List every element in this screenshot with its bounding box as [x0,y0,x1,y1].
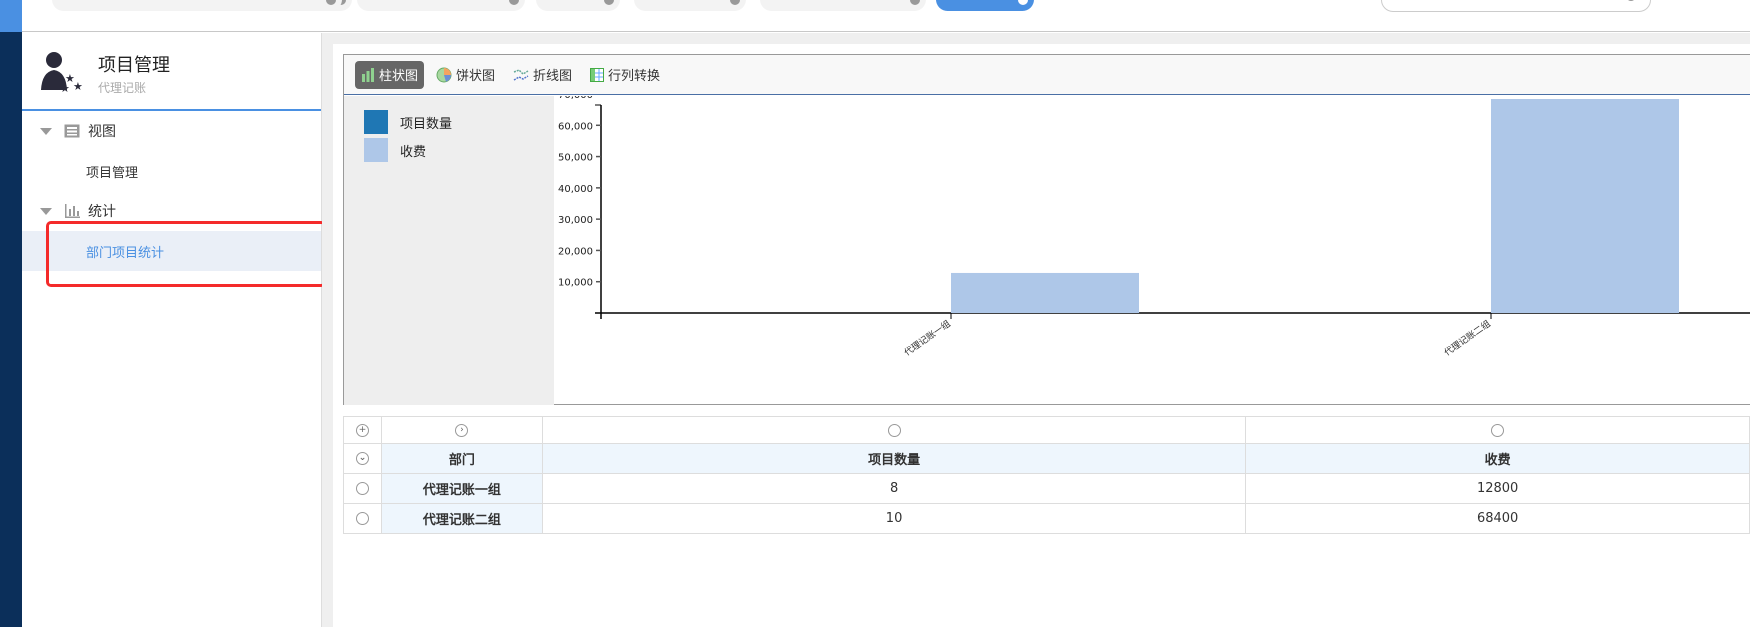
pivot-table-icon [590,67,605,82]
module-title: 项目管理 [98,55,170,76]
cell-project-count: 8 [541,473,1247,504]
sidebar-group-label: 视图 [88,124,116,140]
module-subtitle: 代理记账 [98,81,147,95]
top-tab-bar [0,0,1750,32]
tab-pill[interactable] [760,0,926,11]
svg-text:★: ★ [73,80,83,93]
y-tick-label: 40,000 [558,184,593,195]
close-icon[interactable] [1018,0,1028,5]
table-row: 代理记账二组 10 68400 [343,503,1750,534]
sidebar: ★ ★ ★ 项目管理 代理记账 视图 项目管理 统计 部门项目统计 [22,33,322,627]
tab-pill[interactable] [536,0,620,11]
table-row: 代理记账一组 8 12800 [343,473,1750,504]
chart-container: 柱状图 饼状图 折线图 行列转换 项目数量 收费 10,000 20,000 30,… [343,54,1750,405]
legend-label: 项目数量 [400,116,453,132]
column-radio[interactable] [887,423,901,437]
column-radio[interactable] [1491,423,1505,437]
pivot-table: + › ⌄ 部门 项目数量 收费 代理记账一组 8 12800 代理记账二组 1… [343,416,1750,534]
search-icon[interactable] [1626,0,1636,1]
sidebar-header: ★ ★ ★ 项目管理 代理记账 [22,33,321,111]
legend-item[interactable]: 项目数量 [344,108,554,136]
left-nav-strip [0,0,22,627]
expand-right-icon[interactable]: › [455,423,469,437]
header-fee[interactable]: 收费 [1245,443,1750,474]
close-icon[interactable] [604,0,614,5]
y-tick-label: 70,000 [558,96,593,101]
search-input[interactable] [1381,0,1651,12]
legend-label: 收费 [400,144,427,160]
row-radio[interactable] [355,512,369,525]
bar-chart-icon [362,67,374,82]
line-chart-label: 折线图 [533,69,573,84]
table-icon [64,124,80,138]
bar-chart-button[interactable]: 柱状图 [355,60,425,89]
chart-toolbar: 柱状图 饼状图 折线图 行列转换 [344,55,1750,95]
bar-fee [951,272,1139,313]
bar-fee [1491,99,1679,314]
collapse-icon[interactable]: ⌄ [355,452,369,465]
caret-down-icon [40,127,52,135]
cell-project-count: 10 [541,503,1247,534]
line-chart-button[interactable]: 折线图 [507,61,578,89]
y-tick-label: 60,000 [558,121,593,132]
close-icon[interactable] [910,0,920,5]
cell-department: 代理记账一组 [380,473,543,504]
line-chart-icon [513,68,529,81]
sidebar-group-view[interactable]: 视图 [22,111,321,151]
svg-text:★: ★ [60,82,70,95]
chart-legend: 项目数量 收费 [344,96,554,405]
tab-pill[interactable] [232,0,342,11]
bar-chart-icon [65,204,80,218]
pie-chart-label: 饼状图 [456,69,496,84]
cell-fee: 68400 [1245,503,1750,534]
header-department[interactable]: 部门 [380,443,543,474]
y-tick-label: 30,000 [558,215,593,226]
sidebar-item-project-management[interactable]: 项目管理 [22,151,321,191]
cell-department: 代理记账二组 [380,503,543,534]
y-tick-label: 20,000 [558,246,593,257]
cell-fee: 12800 [1245,473,1750,504]
x-tick-label: 代理记账一组 [902,318,953,359]
sidebar-group-label: 统计 [88,204,116,220]
expand-all-icon[interactable]: + [355,423,369,437]
legend-swatch [364,138,388,162]
tab-pill[interactable] [634,0,746,11]
caret-down-icon [40,207,52,215]
close-icon[interactable] [509,0,519,5]
header-project-count[interactable]: 项目数量 [541,443,1247,474]
pie-chart-icon [436,67,452,82]
highlight-annotation [46,221,326,287]
close-icon[interactable] [730,0,740,5]
pie-chart-button[interactable]: 饼状图 [430,61,501,89]
row-radio[interactable] [355,482,369,495]
y-tick-label: 50,000 [558,153,593,164]
user-stars-icon: ★★★ [41,52,83,95]
bar-chart: 10,000 20,000 30,000 40,000 50,000 60,000 70,0… [558,96,1750,359]
pivot-label: 行列转换 [608,69,661,84]
tab-pill-active[interactable] [936,0,1034,11]
pivot-button[interactable]: 行列转换 [584,61,666,89]
close-icon[interactable] [326,0,336,5]
bar-chart-label: 柱状图 [379,69,419,84]
y-tick-label: 10,000 [558,278,593,289]
legend-item[interactable]: 收费 [344,136,554,164]
tab-pill[interactable] [357,0,525,11]
legend-swatch [364,110,388,134]
x-tick-label: 代理记账二组 [1442,318,1493,359]
